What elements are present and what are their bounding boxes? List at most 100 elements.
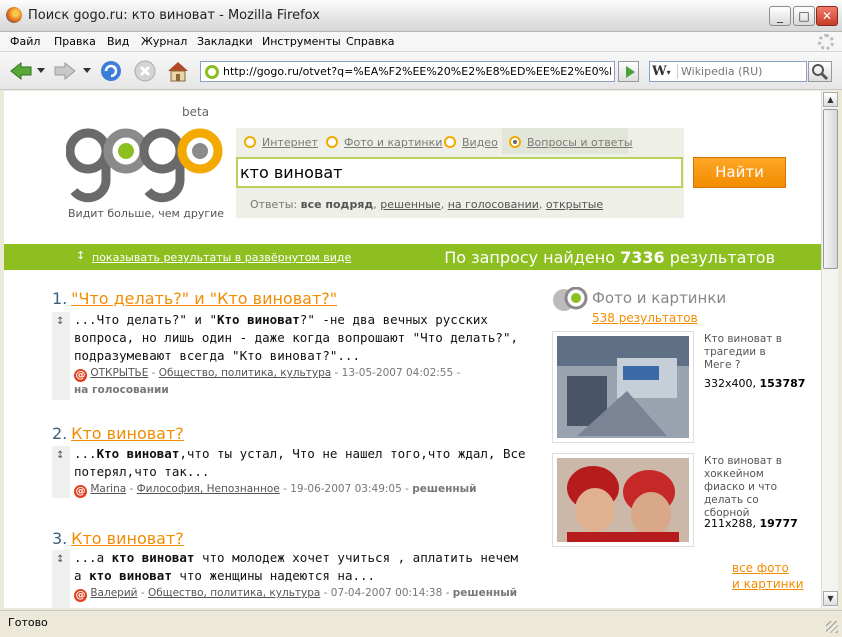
firefox-icon bbox=[6, 7, 22, 23]
site-favicon-icon bbox=[205, 65, 219, 79]
menu-bookmarks[interactable]: Закладки bbox=[197, 35, 253, 48]
gogo-logo[interactable] bbox=[65, 111, 226, 221]
scroll-thumb[interactable] bbox=[823, 109, 838, 269]
gogo-logo-graphic bbox=[65, 128, 223, 203]
home-button[interactable] bbox=[165, 58, 191, 84]
at-icon: @ bbox=[74, 485, 87, 498]
scroll-up-icon[interactable]: ▲ bbox=[823, 92, 838, 107]
page-content: beta Видит больше, чем другие Интернет Ф… bbox=[4, 91, 821, 608]
image-caption[interactable]: Кто виноват в трагедии в Меге ? bbox=[704, 333, 794, 372]
hockey-photo bbox=[557, 458, 689, 542]
search-bar[interactable]: W▾ bbox=[649, 61, 807, 82]
forward-button[interactable] bbox=[52, 60, 78, 82]
photo-section-icon bbox=[552, 286, 588, 313]
url-input[interactable] bbox=[223, 63, 611, 80]
close-button[interactable]: ✕ bbox=[816, 6, 838, 26]
result-item: 1. "Что делать?" и "Кто виноват?" bbox=[52, 289, 337, 308]
forward-dropdown-icon[interactable] bbox=[82, 66, 92, 76]
all-photos-link[interactable]: все фото bbox=[732, 561, 789, 575]
search-go-button[interactable] bbox=[808, 61, 832, 82]
result-author-link[interactable]: ОТКРЫТЬЕ bbox=[90, 367, 148, 379]
result-meta: @ Marina - Философия, Непознанное - 19-0… bbox=[74, 483, 477, 498]
image-thumbnail[interactable] bbox=[552, 453, 694, 547]
all-photos-link-2[interactable]: и картинки bbox=[732, 577, 804, 591]
find-button[interactable]: Найти bbox=[693, 157, 786, 188]
reload-icon bbox=[101, 61, 121, 81]
radio-selected-icon bbox=[509, 136, 521, 148]
result-category-link[interactable]: Общество, политика, культура bbox=[148, 587, 320, 599]
navigation-toolbar: W▾ bbox=[0, 52, 842, 90]
result-snippet: ...а кто виноват что молодеж хочет учить… bbox=[74, 550, 519, 583]
vertical-scrollbar[interactable]: ▲ ▼ bbox=[821, 91, 838, 608]
filter-all[interactable]: все подряд bbox=[301, 198, 374, 211]
filter-open[interactable]: открытые bbox=[546, 198, 603, 211]
filter-voting[interactable]: на голосовании bbox=[448, 198, 539, 211]
image-meta: 211x288, 19777 bbox=[704, 517, 798, 530]
minimize-button[interactable]: _ bbox=[769, 6, 791, 26]
results-count: По запросу найдено 7336 результатов bbox=[444, 248, 775, 267]
back-dropdown-icon[interactable] bbox=[36, 66, 46, 76]
beta-label: beta bbox=[182, 105, 210, 119]
result-number: 2. bbox=[52, 424, 68, 443]
result-meta: @ ОТКРЫТЬЕ - Общество, политика, культур… bbox=[74, 367, 461, 396]
back-button[interactable] bbox=[8, 60, 34, 82]
radio-icon bbox=[326, 136, 338, 148]
sidebar-title: Фото и картинки bbox=[592, 289, 727, 307]
forward-arrow-icon bbox=[54, 61, 76, 81]
result-number: 1. bbox=[52, 289, 68, 308]
logo-tagline: Видит больше, чем другие bbox=[68, 207, 225, 220]
radio-icon bbox=[444, 136, 456, 148]
result-item: 2. Кто виноват? bbox=[52, 424, 184, 443]
image-caption[interactable]: Кто виноват в хоккейном фиаско и что дел… bbox=[704, 455, 794, 520]
menu-view[interactable]: Вид bbox=[107, 35, 129, 48]
image-thumbnail[interactable] bbox=[552, 331, 694, 443]
result-title-link[interactable]: "Что делать?" и "Кто виноват?" bbox=[71, 289, 337, 308]
query-input[interactable] bbox=[236, 157, 683, 188]
result-author-link[interactable]: Marina bbox=[90, 483, 126, 495]
result-expander[interactable]: ↕ bbox=[52, 550, 70, 608]
reload-button[interactable] bbox=[98, 58, 124, 84]
radio-icon bbox=[244, 136, 256, 148]
result-category-link[interactable]: Общество, политика, культура bbox=[159, 367, 331, 379]
results-bar: ↕ показывать результаты в развёрнутом ви… bbox=[4, 244, 821, 270]
resize-grip-icon[interactable] bbox=[826, 621, 838, 633]
throbber-icon bbox=[818, 34, 834, 50]
web-search-input[interactable] bbox=[681, 63, 803, 80]
stop-icon bbox=[134, 60, 156, 82]
result-item: 3. Кто виноват? bbox=[52, 529, 184, 548]
expand-icon: ↕ bbox=[76, 249, 86, 262]
result-expander[interactable]: ↕ bbox=[52, 312, 70, 400]
menu-help[interactable]: Справка bbox=[346, 35, 394, 48]
at-icon: @ bbox=[74, 369, 87, 382]
filter-solved[interactable]: решенные bbox=[380, 198, 440, 211]
menu-history[interactable]: Журнал bbox=[141, 35, 187, 48]
answer-filters: Ответы: все подряд, решенные, на голосов… bbox=[250, 198, 604, 211]
result-author-link[interactable]: Валерий bbox=[90, 587, 137, 599]
result-title-link[interactable]: Кто виноват? bbox=[71, 424, 184, 443]
back-arrow-icon bbox=[10, 61, 32, 81]
result-category-link[interactable]: Философия, Непознанное bbox=[137, 483, 280, 495]
sidebar-count-link[interactable]: 538 результатов bbox=[592, 311, 698, 325]
window-title: Поиск gogo.ru: кто виноват - Mozilla Fir… bbox=[28, 8, 320, 23]
go-button[interactable] bbox=[618, 61, 639, 82]
menu-bar: Файл Правка Вид Журнал Закладки Инструме… bbox=[0, 32, 842, 52]
home-icon bbox=[168, 62, 188, 82]
address-bar[interactable] bbox=[200, 61, 615, 82]
stop-button[interactable] bbox=[132, 58, 158, 84]
result-expander[interactable]: ↕ bbox=[52, 446, 70, 498]
menu-edit[interactable]: Правка bbox=[54, 35, 96, 48]
expand-results-link[interactable]: показывать результаты в развёрнутом виде bbox=[92, 251, 351, 264]
menu-tools[interactable]: Инструменты bbox=[262, 35, 341, 48]
magnifier-icon bbox=[812, 64, 829, 81]
status-bar: Готово bbox=[0, 610, 842, 637]
result-meta: @ Валерий - Общество, политика, культура… bbox=[74, 587, 518, 602]
result-title-link[interactable]: Кто виноват? bbox=[71, 529, 184, 548]
menu-file[interactable]: Файл bbox=[10, 35, 40, 48]
wikipedia-engine-icon[interactable]: W▾ bbox=[652, 64, 678, 79]
at-icon: @ bbox=[74, 589, 87, 602]
result-number: 3. bbox=[52, 529, 68, 548]
filters-label: Ответы: bbox=[250, 198, 298, 211]
maximize-button[interactable]: □ bbox=[793, 6, 815, 26]
result-snippet: ...Что делать?" и "Кто виноват?" -не два… bbox=[74, 312, 519, 363]
scroll-down-icon[interactable]: ▼ bbox=[823, 591, 838, 606]
